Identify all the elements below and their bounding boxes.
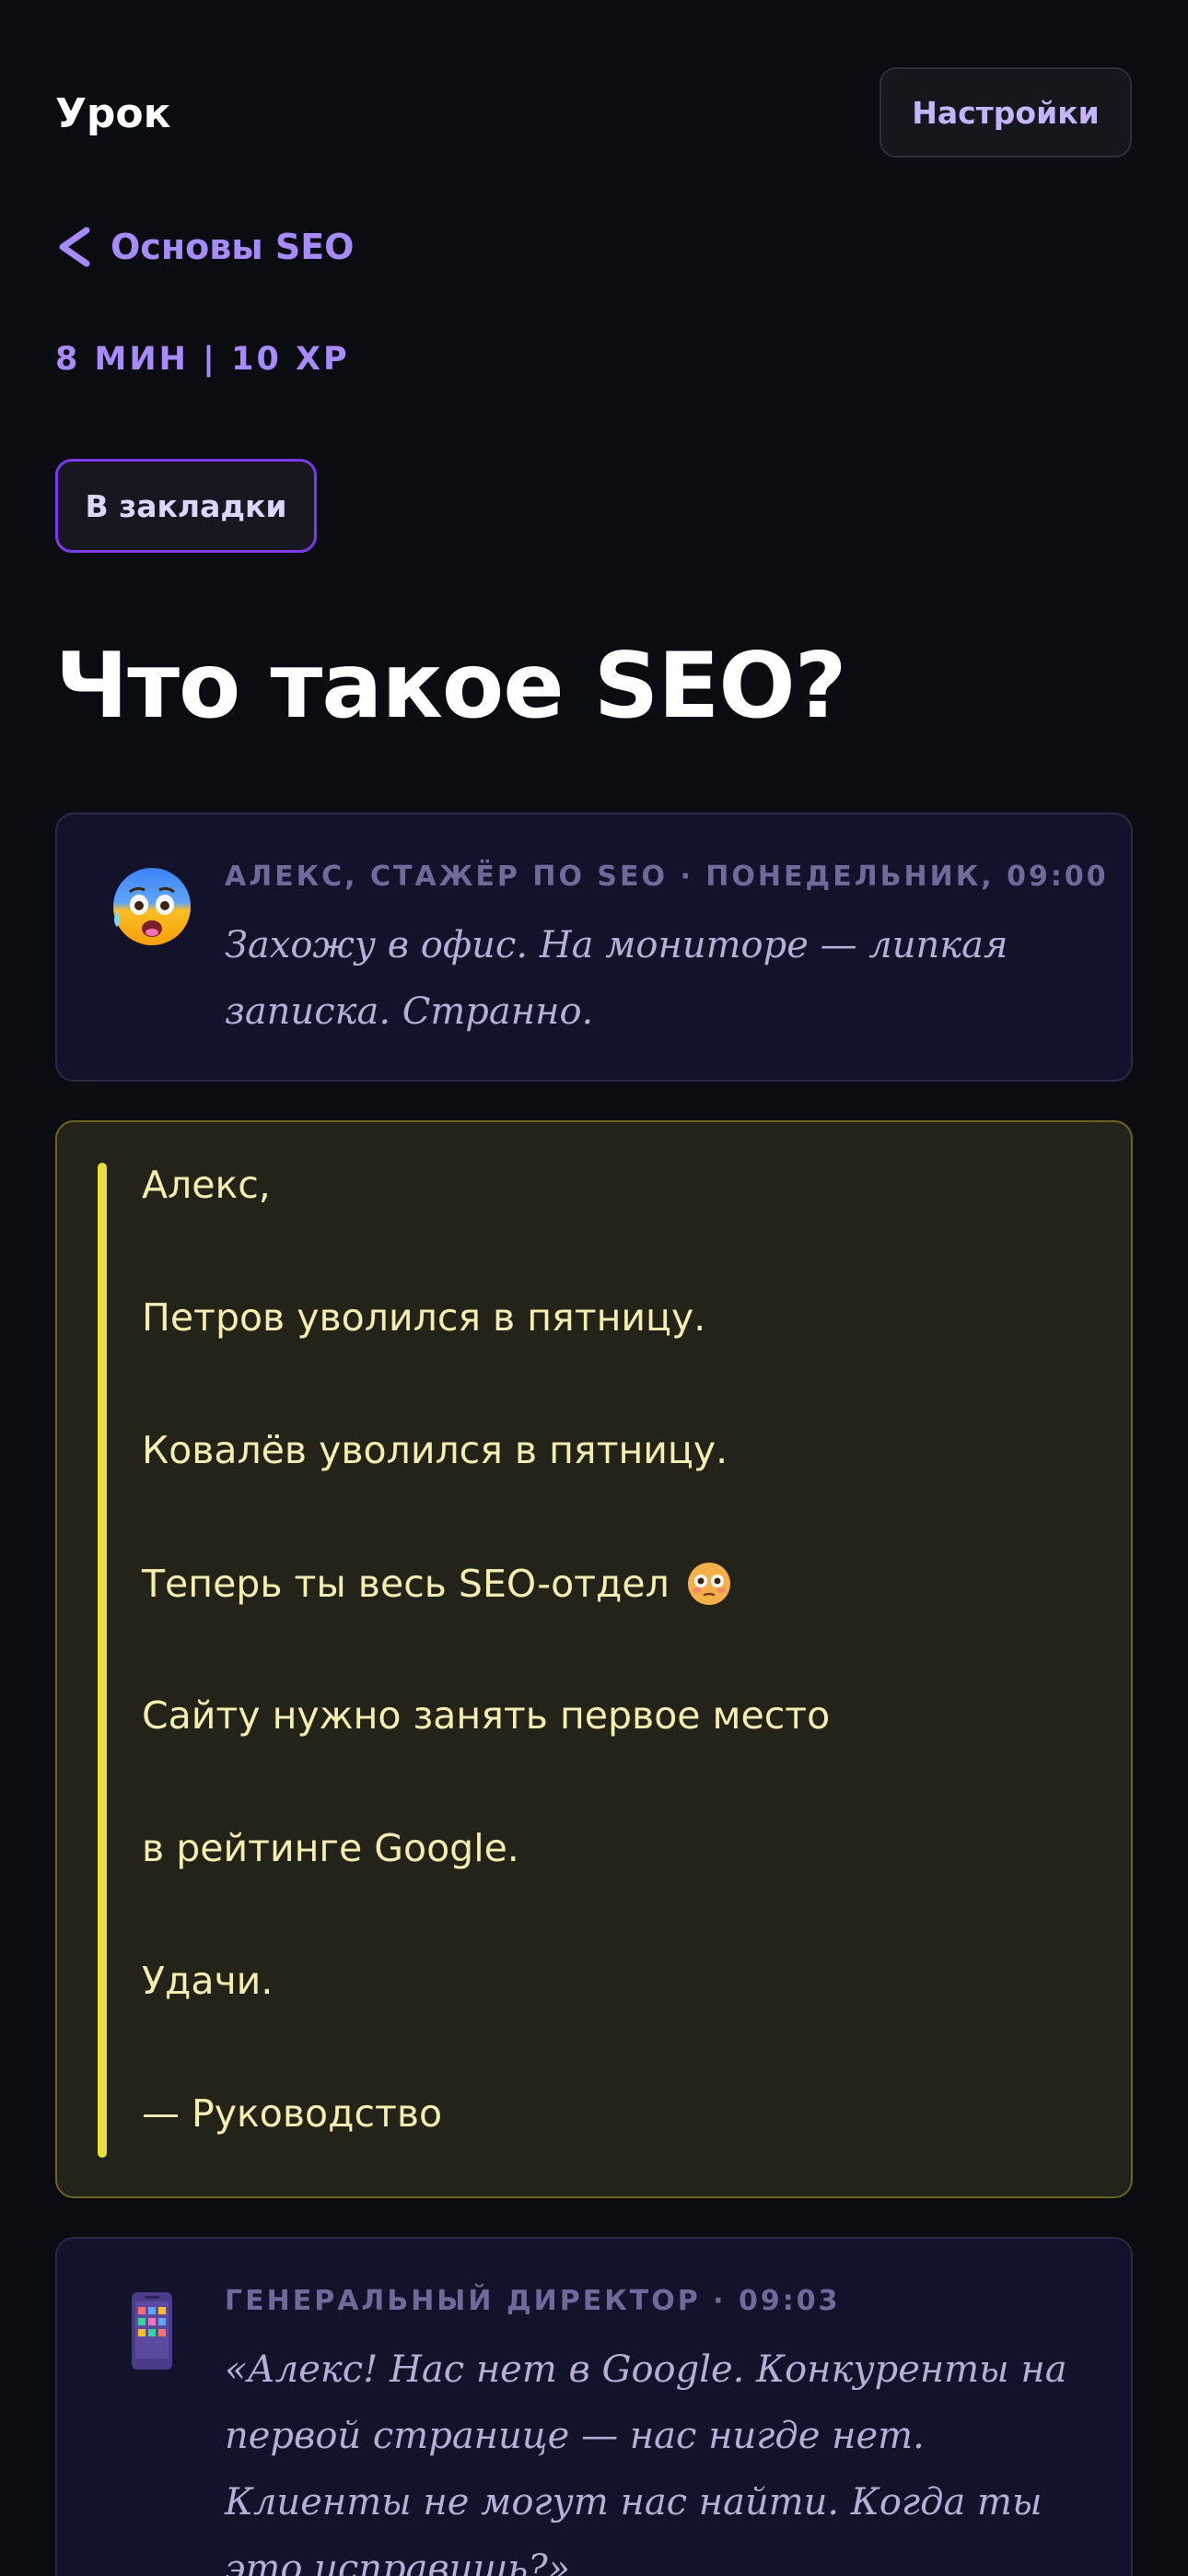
note-line: Удачи. <box>142 1959 274 2003</box>
lesson-meta: 8 МИН | 10 XP <box>55 341 350 378</box>
settings-button[interactable]: Настройки <box>879 67 1132 158</box>
message-card: АЛЕКС, СТАЖЁР ПО SEO · ПОНЕДЕЛЬНИК, 09:0… <box>55 813 1133 1082</box>
flushed-face-icon <box>687 1563 730 1605</box>
back-link[interactable]: Основы SEO <box>55 217 354 276</box>
bookmark-button[interactable]: В закладки <box>55 459 317 553</box>
note-line: Теперь ты весь SEO-отдел <box>142 1561 732 1607</box>
note-line: Ковалёв уволился в пятницу. <box>142 1428 728 1472</box>
message-card: ГЕНЕРАЛЬНЫЙ ДИРЕКТОР · 09:03 «Алекс! Нас… <box>55 2237 1133 2576</box>
note-line: в рейтинге Google. <box>142 1826 519 1870</box>
chevron-left-icon <box>59 227 90 267</box>
message-author: АЛЕКС, СТАЖЁР ПО SEO · ПОНЕДЕЛЬНИК, 09:0… <box>225 861 1109 893</box>
note-line: Петров уволился в пятницу. <box>142 1295 706 1340</box>
note-line: Сайту нужно занять первое место <box>142 1693 831 1738</box>
note-accent-bar <box>98 1163 107 2158</box>
note-line: — Руководство <box>142 2091 443 2136</box>
phone-icon <box>132 2292 172 2370</box>
note-line-text: Теперь ты весь SEO-отдел <box>142 1562 670 1606</box>
message-text: Захожу в офис. На мониторе — липкая запи… <box>225 924 1008 1033</box>
page-title: Что такое SEO? <box>55 634 846 739</box>
header-title: Урок <box>55 90 171 137</box>
lesson-screen: Урок Настройки Основы SEO 8 МИН | 10 XP … <box>0 0 1188 2576</box>
message-author: ГЕНЕРАЛЬНЫЙ ДИРЕКТОР · 09:03 <box>225 2285 841 2317</box>
anxious-face-with-sweat-icon <box>113 868 191 945</box>
message-text: «Алекс! Нас нет в Google. Конкуренты на … <box>225 2348 1067 2576</box>
sticky-note: Алекс, Петров уволился в пятницу. Ковалё… <box>55 1120 1133 2198</box>
back-link-label: Основы SEO <box>111 227 355 267</box>
note-line: Алекс, <box>142 1163 271 1207</box>
